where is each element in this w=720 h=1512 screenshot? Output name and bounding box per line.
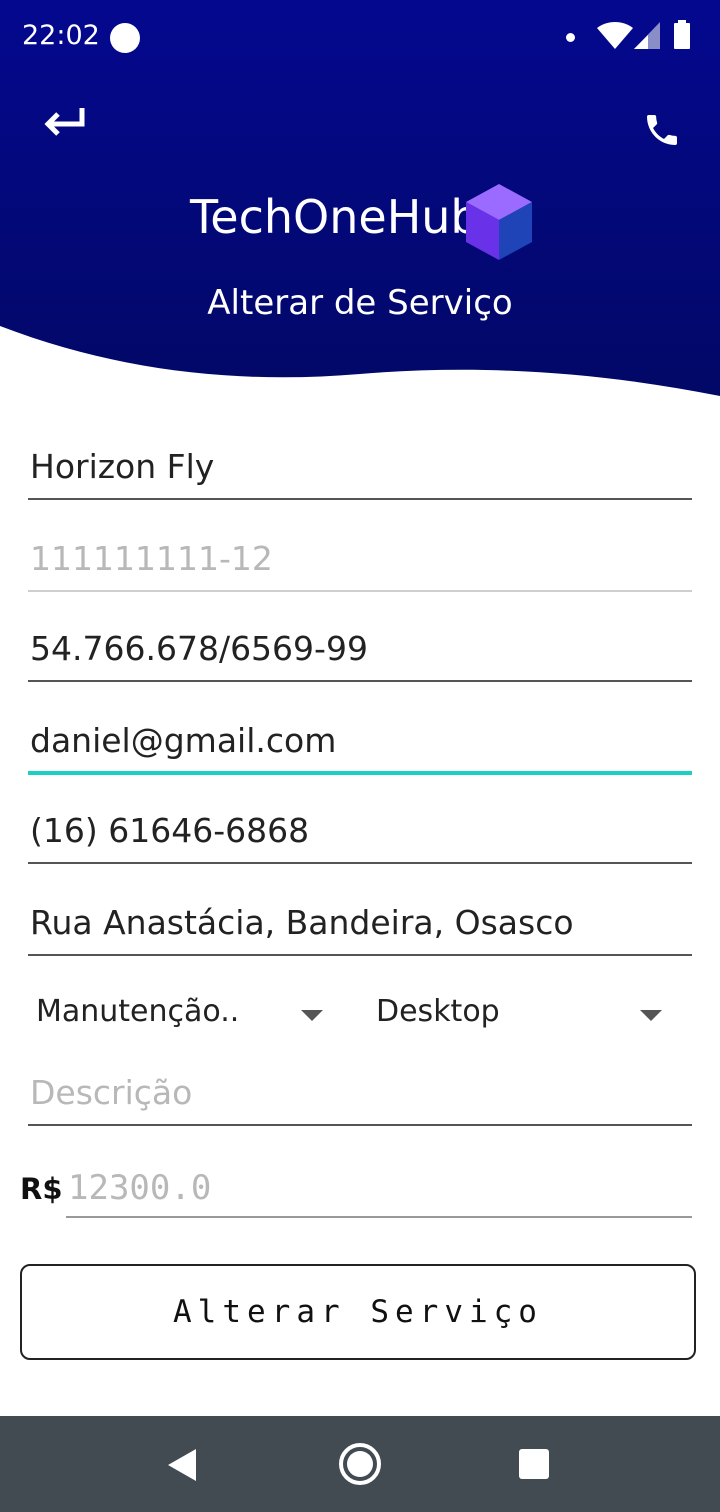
email-field[interactable]: daniel@gmail.com	[28, 704, 692, 775]
status-bar: 22:02	[0, 0, 720, 74]
device-type-selected: Desktop	[376, 994, 500, 1029]
cnpj-field-underline	[28, 680, 692, 682]
app-title: TechOneHub	[190, 190, 480, 244]
cube-logo-icon	[466, 184, 532, 260]
address-field[interactable]: Rua Anastácia, Bandeira, Osasco	[28, 886, 692, 956]
currency-label: R$	[20, 1172, 63, 1206]
code-field-underline	[28, 590, 692, 592]
page-subtitle: Alterar de Serviço	[207, 283, 513, 323]
code-field-placeholder: 111111111-12	[30, 539, 273, 578]
price-field-placeholder: 12300.0	[68, 1168, 212, 1208]
notification-dot-icon	[566, 33, 575, 42]
phone-field[interactable]: (16) 61646-6868	[28, 794, 692, 864]
address-field-underline	[28, 954, 692, 956]
chevron-down-icon	[301, 1010, 323, 1021]
phone-field-value: (16) 61646-6868	[30, 811, 310, 850]
recents-square-icon[interactable]	[518, 1448, 550, 1480]
notification-circle-icon	[110, 23, 140, 53]
battery-icon	[674, 20, 690, 49]
service-type-dropdown[interactable]: Manutenção..	[28, 984, 338, 1044]
name-field[interactable]: Horizon Fly	[28, 430, 692, 500]
header: 22:02 TechOneHub Alterar de Serviço	[0, 0, 720, 400]
email-field-value: daniel@gmail.com	[30, 721, 337, 760]
wifi-icon	[597, 22, 633, 49]
description-field[interactable]: Descrição	[28, 1056, 692, 1126]
description-field-placeholder: Descrição	[30, 1073, 193, 1112]
price-field-underline	[66, 1216, 692, 1218]
status-time: 22:02	[22, 20, 100, 51]
home-circle-icon[interactable]	[337, 1441, 383, 1487]
description-field-underline	[28, 1124, 692, 1126]
system-nav-bar	[0, 1416, 720, 1512]
name-field-value: Horizon Fly	[30, 447, 215, 486]
device-type-dropdown[interactable]: Desktop	[368, 984, 692, 1044]
return-arrow-icon[interactable]	[42, 104, 88, 140]
service-type-selected: Manutenção..	[36, 994, 240, 1029]
cnpj-field[interactable]: 54.766.678/6569-99	[28, 612, 692, 682]
phone-icon[interactable]	[640, 110, 684, 150]
cell-signal-icon	[634, 22, 660, 49]
phone-field-underline	[28, 862, 692, 864]
email-field-underline	[28, 771, 692, 775]
price-field[interactable]: 12300.0	[66, 1150, 692, 1218]
chevron-down-icon	[640, 1010, 662, 1021]
cnpj-field-value: 54.766.678/6569-99	[30, 629, 368, 668]
back-triangle-icon[interactable]	[166, 1448, 198, 1482]
code-field[interactable]: 111111111-12	[28, 522, 692, 592]
alter-service-button[interactable]: Alterar Serviço	[20, 1264, 696, 1360]
name-field-underline	[28, 498, 692, 500]
address-field-value: Rua Anastácia, Bandeira, Osasco	[30, 903, 574, 942]
